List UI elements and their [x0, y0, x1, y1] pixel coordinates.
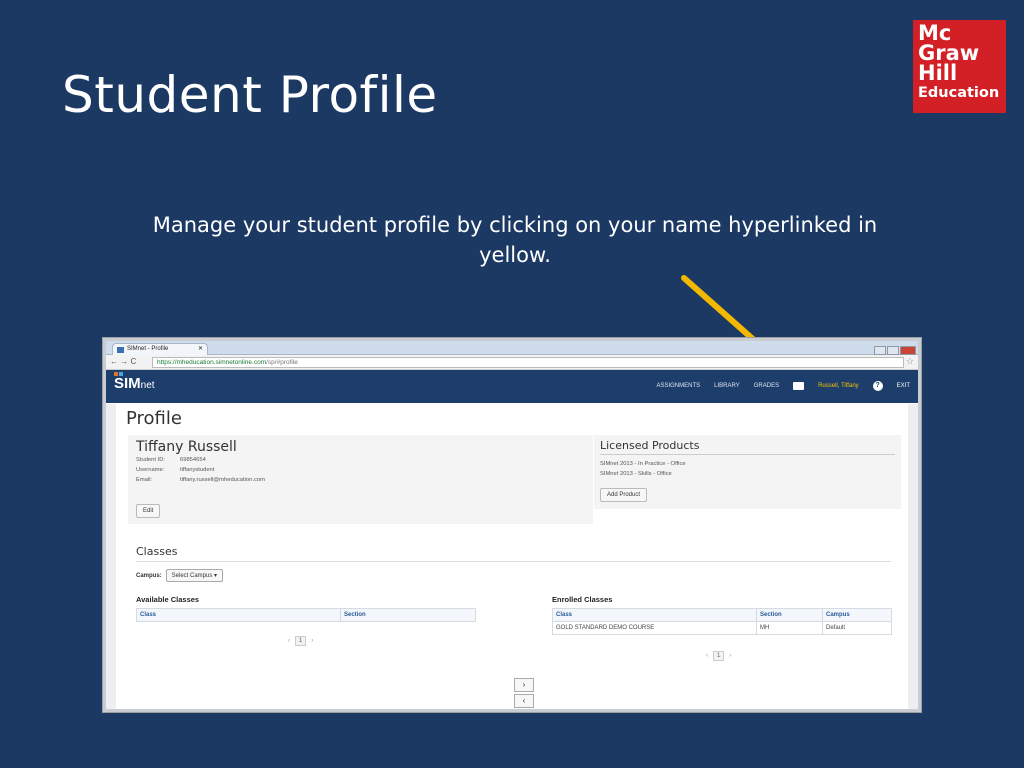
reload-icon[interactable]: C	[130, 357, 136, 366]
page-title: Profile	[126, 408, 182, 429]
classes-heading: Classes	[136, 545, 891, 562]
nav-library[interactable]: LIBRARY	[714, 383, 740, 389]
forward-arrow-icon[interactable]: →	[120, 357, 128, 366]
nav-assignments[interactable]: ASSIGNMENTS	[656, 383, 700, 389]
browser-tab[interactable]: SIMnet - Profile ✕	[112, 343, 208, 355]
slide-caption: Manage your student profile by clicking …	[152, 213, 878, 267]
close-tab-icon[interactable]: ✕	[198, 344, 203, 355]
campus-label: Campus:	[136, 572, 162, 579]
campus-cell: Default	[822, 621, 892, 635]
product-item: SIMnet 2013 - Skills - Office	[600, 471, 672, 477]
logo-square-blue	[119, 372, 123, 376]
help-icon[interactable]: ?	[872, 381, 883, 391]
nav-grades[interactable]: GRADES	[754, 383, 779, 389]
browser-window: SIMnet - Profile ✕ ← → C https://mheduca…	[106, 341, 918, 709]
url-path: /sp/#profile	[266, 359, 298, 366]
logo-line: Education	[918, 85, 1000, 101]
logo-line: Graw	[918, 41, 980, 65]
student-name: Tiffany Russell	[136, 439, 237, 455]
page-number[interactable]: 1	[713, 651, 725, 661]
maximize-button[interactable]	[887, 346, 899, 355]
column-header[interactable]: Campus	[822, 608, 892, 622]
available-classes-table: Class Section	[136, 608, 476, 622]
back-arrow-icon[interactable]: ←	[110, 357, 118, 366]
add-product-button[interactable]: Add Product	[600, 488, 648, 502]
column-header[interactable]: Class	[136, 608, 341, 622]
move-right-button[interactable]: ›	[514, 678, 534, 692]
field-value: 69854654	[180, 457, 206, 463]
screenshot-frame: SIMnet - Profile ✕ ← → C https://mheduca…	[102, 337, 922, 713]
logo-line: Hill	[918, 61, 958, 85]
minimize-button[interactable]	[874, 346, 886, 355]
app-header: SIMnet ASSIGNMENTS LIBRARY GRADES Russel…	[106, 370, 918, 403]
url-host: https://mheducation.simnetonline.com	[157, 359, 267, 366]
url-input[interactable]: https://mheducation.simnetonline.com/sp/…	[152, 357, 904, 368]
brand-text: SIM	[114, 375, 141, 392]
browser-tab-bar: SIMnet - Profile ✕	[106, 341, 918, 355]
close-window-button[interactable]	[900, 346, 916, 355]
caret-down-icon: ▾	[214, 573, 218, 579]
campus-select-value: Select Campus	[171, 573, 213, 579]
user-profile-link[interactable]: Russell, Tiffany	[818, 383, 859, 389]
mail-icon[interactable]	[793, 382, 805, 390]
available-classes-heading: Available Classes	[136, 595, 200, 604]
tab-title: SIMnet - Profile	[127, 346, 169, 352]
app-body: Profile Tiffany Russell Student ID: 69854…	[106, 404, 918, 709]
top-navigation: ASSIGNMENTS LIBRARY GRADES Russell, Tiff…	[656, 381, 910, 391]
next-page-icon[interactable]: ›	[311, 638, 313, 644]
field-label: Student ID:	[136, 457, 166, 463]
logo-line: Mc	[918, 21, 952, 45]
address-bar: ← → C https://mheducation.simnetonline.c…	[106, 355, 918, 370]
column-header[interactable]: Section	[340, 608, 476, 622]
prev-page-icon[interactable]: ‹	[706, 653, 708, 659]
field-value: tiffany.russell@mheducation.com	[180, 477, 265, 483]
available-pagination: ‹ 1 ›	[288, 636, 313, 646]
column-header[interactable]: Section	[756, 608, 823, 622]
profile-field: Username: tiffanystudent	[136, 465, 585, 475]
profile-card: Tiffany Russell Student ID: 69854654 User…	[128, 435, 593, 524]
next-page-icon[interactable]: ›	[729, 653, 731, 659]
enrolled-classes-heading: Enrolled Classes	[552, 595, 613, 604]
page-number[interactable]: 1	[295, 636, 307, 646]
field-value: tiffanystudent	[180, 467, 215, 473]
class-cell: GOLD STANDARD DEMO COURSE	[552, 621, 757, 635]
simnet-logo[interactable]: SIMnet	[114, 372, 155, 392]
enrolled-pagination: ‹ 1 ›	[706, 651, 731, 661]
licensed-products-title: Licensed Products	[600, 439, 895, 455]
bookmark-star-icon[interactable]: ☆	[906, 356, 914, 367]
favicon-icon	[117, 347, 124, 353]
brand-suffix: net	[140, 380, 155, 391]
browser-nav: ← → C	[110, 357, 136, 366]
field-label: Username:	[136, 467, 165, 473]
table-row[interactable]: GOLD STANDARD DEMO COURSE MH Default	[552, 621, 892, 635]
profile-field: Student ID: 69854654	[136, 455, 585, 465]
edit-button[interactable]: Edit	[136, 504, 161, 518]
product-item: SIMnet 2013 - In Practice - Office	[600, 461, 686, 467]
exit-button[interactable]: EXIT	[897, 383, 910, 389]
profile-page: Profile Tiffany Russell Student ID: 69854…	[116, 404, 908, 709]
mcgraw-hill-logo: Mc Graw Hill Education	[913, 20, 1006, 113]
section-cell: MH	[756, 621, 823, 635]
campus-select[interactable]: Select Campus ▾	[165, 569, 224, 582]
logo-square-orange	[114, 372, 118, 376]
field-label: Email:	[136, 477, 153, 483]
profile-field: Email: tiffany.russell@mheducation.com	[136, 475, 585, 485]
prev-page-icon[interactable]: ‹	[288, 638, 290, 644]
move-left-button[interactable]: ‹	[514, 694, 534, 708]
licensed-products-card: Licensed Products SIMnet 2013 - In Pract…	[594, 435, 901, 509]
enrolled-classes-table: Class Section Campus GOLD STANDARD DEMO …	[552, 608, 892, 635]
slide-title: Student Profile	[62, 66, 438, 124]
campus-filter: Campus: Select Campus ▾	[136, 569, 224, 582]
column-header[interactable]: Class	[552, 608, 757, 622]
